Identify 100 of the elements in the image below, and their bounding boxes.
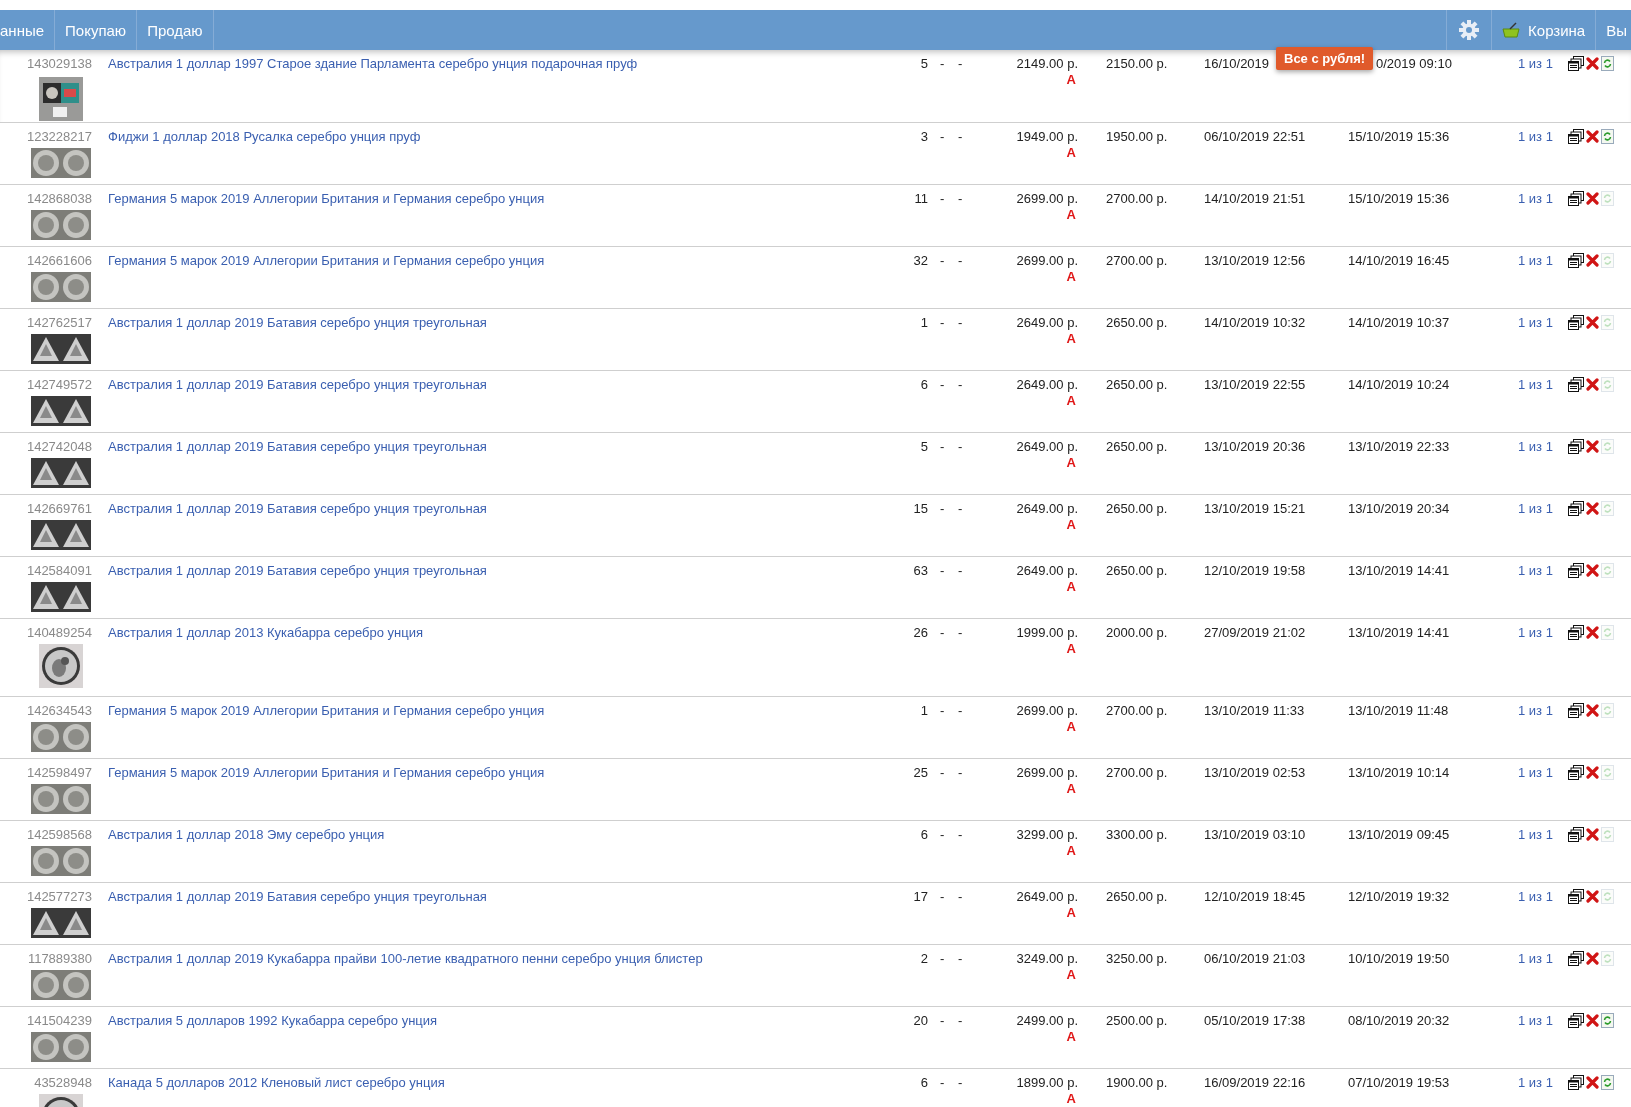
windows-icon[interactable]	[1568, 1013, 1584, 1028]
lot-title-link[interactable]: Германия 5 марок 2019 Аллегории Британия и Германия серебро унция	[92, 253, 900, 268]
lot-title-link[interactable]: Австралия 1 доллар 2019 Батавия серебро унция треугольная	[92, 889, 900, 904]
end-date: 15/10/2019 15:36	[1348, 191, 1450, 206]
lot-title-link[interactable]: Фиджи 1 доллар 2018 Русалка серебро унция пруф	[92, 129, 900, 144]
count-link[interactable]: 1 из 1	[1518, 439, 1562, 454]
lot-title-link[interactable]: Австралия 1 доллар 2018 Эму серебро унция	[92, 827, 900, 842]
auction-mark: А	[1066, 780, 1076, 797]
windows-icon[interactable]	[1568, 56, 1584, 71]
windows-icon[interactable]	[1568, 703, 1584, 718]
count-link[interactable]: 1 из 1	[1518, 889, 1562, 904]
start-date: 13/10/2019 12:56	[1204, 253, 1306, 268]
windows-icon[interactable]	[1568, 377, 1584, 392]
delete-icon[interactable]	[1586, 502, 1599, 515]
lot-title-link[interactable]: Австралия 1 доллар 1997 Старое здание Парламента серебро унция подарочная пруф	[92, 56, 900, 71]
lot-title-link[interactable]: Австралия 5 долларов 1992 Кукабарра серебро унция	[92, 1013, 900, 1028]
delete-icon[interactable]	[1586, 57, 1599, 70]
quantity: 32	[913, 253, 928, 268]
windows-icon[interactable]	[1568, 625, 1584, 640]
windows-icon[interactable]	[1568, 191, 1584, 206]
delete-icon[interactable]	[1586, 130, 1599, 143]
count-link[interactable]: 1 из 1	[1518, 1075, 1562, 1090]
buyout-price: 1950.00 р.	[1105, 129, 1168, 144]
refresh-icon[interactable]	[1601, 56, 1614, 71]
dash-text: -	[939, 129, 945, 144]
delete-icon[interactable]	[1586, 192, 1599, 205]
dash-text: -	[957, 439, 963, 454]
count-link[interactable]: 1 из 1	[1518, 191, 1562, 206]
lot-title-link[interactable]: Германия 5 марок 2019 Аллегории Британия и Германия серебро унция	[92, 703, 900, 718]
windows-icon[interactable]	[1568, 563, 1584, 578]
delete-icon[interactable]	[1586, 766, 1599, 779]
delete-icon[interactable]	[1586, 626, 1599, 639]
lot-title-link[interactable]: Австралия 1 доллар 2019 Батавия серебро унция треугольная	[92, 563, 900, 578]
count-link[interactable]: 1 из 1	[1518, 703, 1562, 718]
lot-title-link[interactable]: Австралия 1 доллар 2019 Кукабарра прайви 100-летие квадратного пенни серебро унция блистер	[92, 951, 900, 966]
refresh-icon[interactable]	[1601, 1013, 1614, 1028]
count-link[interactable]: 1 из 1	[1518, 563, 1562, 578]
quantity: 15	[913, 501, 928, 516]
auction-mark: А	[1066, 640, 1076, 657]
dash-text: -	[939, 1013, 945, 1028]
auction-mark: А	[1066, 268, 1076, 285]
count-link[interactable]: 1 из 1	[1518, 765, 1562, 780]
delete-icon[interactable]	[1586, 828, 1599, 841]
end-date: 15/10/2019 15:36	[1348, 129, 1450, 144]
delete-icon[interactable]	[1586, 1014, 1599, 1027]
delete-icon[interactable]	[1586, 378, 1599, 391]
price: 2149.00 р.	[1016, 56, 1078, 71]
refresh-icon[interactable]	[1601, 129, 1614, 144]
count-link[interactable]: 1 из 1	[1518, 951, 1562, 966]
buyout-price: 2650.00 р.	[1105, 563, 1168, 578]
windows-icon[interactable]	[1568, 501, 1584, 516]
start-date: 27/09/2019 21:02	[1204, 625, 1306, 640]
start-date: 13/10/2019 20:36	[1204, 439, 1306, 454]
count-link[interactable]: 1 из 1	[1518, 315, 1562, 330]
delete-icon[interactable]	[1586, 704, 1599, 717]
windows-icon[interactable]	[1568, 129, 1584, 144]
lot-title-link[interactable]: Германия 5 марок 2019 Аллегории Британия и Германия серебро унция	[92, 765, 900, 780]
count-link[interactable]: 1 из 1	[1518, 1013, 1562, 1028]
count-link[interactable]: 1 из 1	[1518, 129, 1562, 144]
lot-title-link[interactable]: Австралия 1 доллар 2019 Батавия серебро унция треугольная	[92, 377, 900, 392]
count-link[interactable]: 1 из 1	[1518, 827, 1562, 842]
windows-icon[interactable]	[1568, 439, 1584, 454]
count-link[interactable]: 1 из 1	[1518, 377, 1562, 392]
delete-icon[interactable]	[1586, 890, 1599, 903]
windows-icon[interactable]	[1568, 951, 1584, 966]
start-date: 16/10/2019	[1204, 56, 1270, 71]
start-date: 13/10/2019 02:53	[1204, 765, 1306, 780]
lot-title-link[interactable]: Австралия 1 доллар 2013 Кукабарра серебро унция	[92, 625, 900, 640]
quantity: 2	[920, 951, 928, 966]
delete-icon[interactable]	[1586, 952, 1599, 965]
count-link[interactable]: 1 из 1	[1518, 253, 1562, 268]
auction-mark: А	[1066, 330, 1076, 347]
windows-icon[interactable]	[1568, 253, 1584, 268]
lot-title-link[interactable]: Канада 5 долларов 2012 Кленовый лист серебро унция	[92, 1075, 900, 1090]
count-link[interactable]: 1 из 1	[1518, 56, 1562, 71]
windows-icon[interactable]	[1568, 1075, 1584, 1090]
delete-icon[interactable]	[1586, 316, 1599, 329]
start-date: 14/10/2019 10:32	[1204, 315, 1306, 330]
windows-icon[interactable]	[1568, 765, 1584, 780]
count-link[interactable]: 1 из 1	[1518, 501, 1562, 516]
lot-title-link[interactable]: Австралия 1 доллар 2019 Батавия серебро унция треугольная	[92, 501, 900, 516]
refresh-icon[interactable]	[1601, 1075, 1614, 1090]
lot-title-link[interactable]: Австралия 1 доллар 2019 Батавия серебро унция треугольная	[92, 439, 900, 454]
buyout-price: 2000.00 р.	[1105, 625, 1168, 640]
dash-text: -	[939, 501, 945, 516]
windows-icon[interactable]	[1568, 827, 1584, 842]
delete-icon[interactable]	[1586, 440, 1599, 453]
buyout-price: 2650.00 р.	[1105, 439, 1168, 454]
dash-text: -	[939, 765, 945, 780]
lot-id: 143029138	[26, 56, 92, 71]
windows-icon[interactable]	[1568, 315, 1584, 330]
lot-title-link[interactable]: Австралия 1 доллар 2019 Батавия серебро унция треугольная	[92, 315, 900, 330]
auction-mark: А	[1066, 1090, 1076, 1107]
count-link[interactable]: 1 из 1	[1518, 625, 1562, 640]
delete-icon[interactable]	[1586, 1076, 1599, 1089]
delete-icon[interactable]	[1586, 254, 1599, 267]
price: 3299.00 р.	[1016, 827, 1078, 842]
delete-icon[interactable]	[1586, 564, 1599, 577]
windows-icon[interactable]	[1568, 889, 1584, 904]
lot-title-link[interactable]: Германия 5 марок 2019 Аллегории Британия и Германия серебро унция	[92, 191, 900, 206]
